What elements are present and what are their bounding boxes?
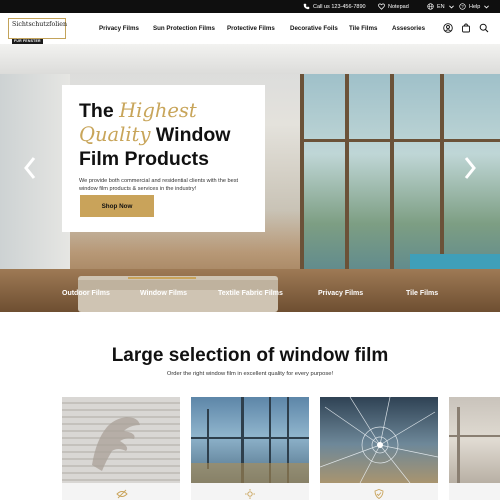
- language-text: EN: [437, 3, 445, 10]
- notepad-link[interactable]: Notepad: [378, 0, 409, 13]
- active-category-indicator: [128, 277, 196, 279]
- window-frame: [345, 74, 349, 274]
- chevron-down-icon: [448, 5, 454, 9]
- hero-ceiling: [0, 44, 500, 74]
- search-icon[interactable]: [479, 23, 489, 33]
- window-frame: [300, 139, 500, 142]
- tab-tile-films[interactable]: Tile Films: [406, 290, 438, 297]
- slider-next-arrow[interactable]: [463, 156, 477, 180]
- decor-frame: [457, 407, 460, 483]
- hand-silhouette: [92, 417, 140, 471]
- nav-decorative-foils[interactable]: Decorative Foils: [290, 13, 338, 44]
- hero-title-the: The: [79, 100, 114, 122]
- hero-description: We provide both commercial and residenti…: [79, 178, 239, 192]
- hero-title-quality: Quality: [79, 123, 151, 146]
- phone-icon: [303, 3, 310, 10]
- site-header: Sichtschutzfolien FÜR FENSTER Privacy Fi…: [0, 13, 500, 44]
- product-card-sun-protection[interactable]: [191, 397, 309, 500]
- building-windows: [191, 397, 309, 483]
- nav-privacy-films[interactable]: Privacy Films: [99, 13, 139, 44]
- shattered-glass: [320, 397, 438, 483]
- top-bar: Call us 123-456-7890 Notepad EN ? Help: [0, 0, 500, 13]
- window-frame: [440, 74, 444, 274]
- tab-textile-fabric-films[interactable]: Textile Fabric Films: [218, 290, 283, 297]
- site-logo[interactable]: Sichtschutzfolien FÜR FENSTER: [8, 18, 68, 44]
- phone-link[interactable]: Call us 123-456-7890: [303, 0, 366, 13]
- section-title: Large selection of window film: [111, 345, 389, 366]
- decor-frame: [449, 435, 500, 437]
- tab-window-films[interactable]: Window Films: [140, 290, 187, 297]
- nav-protective-films[interactable]: Protective Films: [227, 13, 275, 44]
- nav-tile-films[interactable]: Tile Films: [349, 13, 377, 44]
- privacy-icon: [116, 489, 128, 499]
- shield-icon: [374, 489, 384, 499]
- product-card-decorative[interactable]: [449, 397, 500, 500]
- tab-outdoor-films[interactable]: Outdoor Films: [62, 290, 110, 297]
- hero-card: The Highest Quality Window Film Products…: [62, 85, 265, 232]
- help-menu[interactable]: ? Help: [459, 0, 490, 13]
- chevron-down-icon: [484, 5, 490, 9]
- hero-title: The Highest Quality Window Film Products: [79, 99, 248, 171]
- help-icon: ?: [459, 3, 466, 10]
- heart-icon: [378, 3, 385, 10]
- tab-privacy-films[interactable]: Privacy Films: [318, 290, 363, 297]
- nav-assesories[interactable]: Assesories: [392, 13, 425, 44]
- window-frame: [300, 74, 304, 274]
- nav-sun-protection-films[interactable]: Sun Protection Films: [153, 13, 215, 44]
- user-icon[interactable]: [443, 23, 453, 33]
- globe-icon: [427, 3, 434, 10]
- shop-now-button[interactable]: Shop Now: [80, 195, 154, 217]
- cart-icon[interactable]: [461, 23, 471, 33]
- hero-title-window: Window: [155, 124, 231, 146]
- hero-title-line3: Film Products: [79, 148, 210, 170]
- logo-text: Sichtschutzfolien: [12, 21, 68, 28]
- product-card-privacy[interactable]: [62, 397, 180, 500]
- product-card-protective[interactable]: [320, 397, 438, 500]
- hero-title-highest: Highest: [119, 99, 197, 122]
- section-subtitle: Order the right window film in excellent…: [166, 371, 334, 377]
- svg-text:?: ?: [461, 4, 464, 9]
- notepad-text: Notepad: [388, 3, 409, 10]
- sun-icon: [245, 489, 255, 499]
- phone-text: Call us 123-456-7890: [313, 3, 366, 10]
- window-frame: [390, 74, 394, 274]
- slider-prev-arrow[interactable]: [23, 156, 37, 180]
- logo-subtext: FÜR FENSTER: [12, 38, 43, 44]
- language-select[interactable]: EN: [427, 0, 455, 13]
- help-text: Help: [469, 3, 481, 10]
